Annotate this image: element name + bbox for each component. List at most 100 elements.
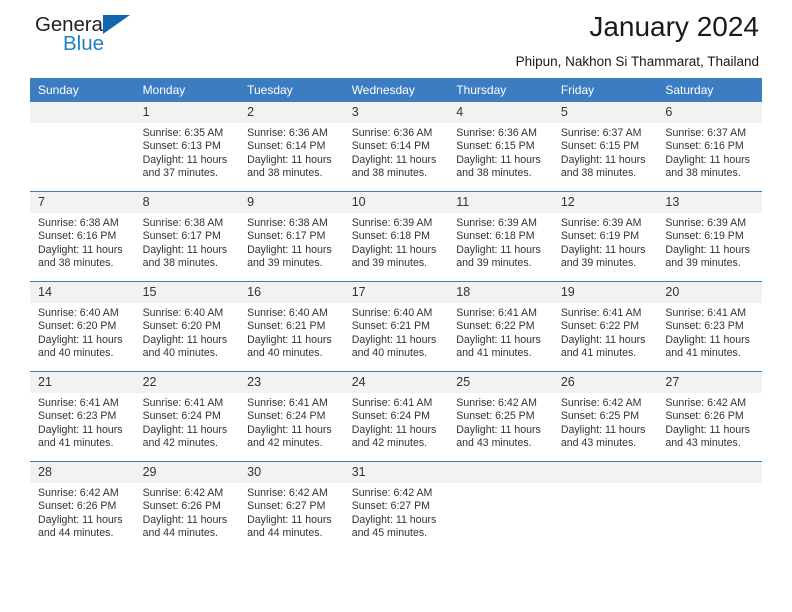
day-number: 11 [448,192,553,213]
calendar-day-cell[interactable]: 18 Sunrise: 6:41 AM Sunset: 6:22 PM Dayligh… [448,281,553,372]
calendar-day-cell[interactable]: 16 Sunrise: 6:40 AM Sunset: 6:21 PM Dayligh… [239,281,344,372]
day-number: 27 [657,372,762,393]
calendar-day-cell[interactable]: 31 Sunrise: 6:42 AM Sunset: 6:27 PM Dayligh… [343,461,449,551]
calendar-day-cell[interactable]: 29 Sunrise: 6:42 AM Sunset: 6:26 PM Dayligh… [134,461,240,551]
sunrise-text: Sunrise: 6:39 AM [560,217,642,229]
calendar-day-cell[interactable]: 19 Sunrise: 6:41 AM Sunset: 6:22 PM Dayligh… [552,281,658,372]
calendar-day-cell[interactable]: 1 Sunrise: 6:35 AM Sunset: 6:13 PM Daylight… [134,102,240,192]
page-title: January 2024 [589,11,759,42]
general-blue-logo[interactable]: General Blue [35,14,155,62]
daylight-text: Daylight: 11 hours and 38 minutes. [665,153,750,180]
day-details: Sunrise: 6:38 AM Sunset: 6:16 PM Daylight:… [30,213,135,271]
calendar-day-cell[interactable]: 12 Sunrise: 6:39 AM Sunset: 6:19 PM Dayligh… [552,191,658,282]
sunset-text: Sunset: 6:24 PM [351,410,431,423]
day-details: Sunrise: 6:38 AM Sunset: 6:17 PM Daylight:… [239,213,344,271]
sunrise-text: Sunrise: 6:41 AM [351,397,433,409]
calendar-day-cell[interactable]: 2 Sunrise: 6:36 AM Sunset: 6:14 PM Daylight… [239,102,344,192]
day-number: 15 [134,282,240,303]
day-details: Sunrise: 6:41 AM Sunset: 6:22 PM Daylight:… [553,303,658,361]
calendar-day-cell[interactable]: 10 Sunrise: 6:39 AM Sunset: 6:18 PM Dayligh… [343,191,449,282]
sunset-text: Sunset: 6:18 PM [351,230,431,243]
daylight-text: Daylight: 11 hours and 44 minutes. [38,513,123,540]
calendar-week-row: 7 Sunrise: 6:38 AM Sunset: 6:16 PM Daylight… [30,191,762,282]
sunset-text: Sunset: 6:27 PM [351,500,431,513]
sunset-text: Sunset: 6:21 PM [351,320,431,333]
calendar-day-cell[interactable]: 21 Sunrise: 6:41 AM Sunset: 6:23 PM Dayligh… [30,371,135,462]
calendar-day-cell[interactable]: 4 Sunrise: 6:36 AM Sunset: 6:15 PM Daylight… [448,102,553,192]
sunrise-text: Sunrise: 6:36 AM [456,127,537,139]
day-details: Sunrise: 6:41 AM Sunset: 6:24 PM Daylight:… [239,393,344,451]
calendar-day-cell[interactable]: 8 Sunrise: 6:38 AM Sunset: 6:17 PM Daylight… [134,191,240,282]
logo-text-blue: Blue [63,32,105,55]
sunset-text: Sunset: 6:26 PM [142,500,221,513]
sunset-text: Sunset: 6:20 PM [142,320,221,333]
calendar-day-cell[interactable]: 17 Sunrise: 6:40 AM Sunset: 6:21 PM Dayligh… [343,281,449,372]
calendar-day-cell[interactable]: 27 Sunrise: 6:42 AM Sunset: 6:26 PM Dayligh… [657,371,762,462]
day-number: 24 [343,372,449,393]
calendar-day-cell[interactable]: 9 Sunrise: 6:38 AM Sunset: 6:17 PM Daylight… [239,191,344,282]
sunrise-text: Sunrise: 6:42 AM [38,487,119,499]
weekday-header-tuesday: Tuesday [239,78,344,102]
day-details: Sunrise: 6:42 AM Sunset: 6:27 PM Daylight:… [344,483,449,541]
day-number: 5 [552,102,658,123]
calendar-day-cell[interactable]: 3 Sunrise: 6:36 AM Sunset: 6:14 PM Daylight… [343,102,449,192]
sunrise-text: Sunrise: 6:42 AM [142,487,224,499]
daylight-text: Daylight: 11 hours and 38 minutes. [38,243,123,270]
calendar-day-cell[interactable]: 14 Sunrise: 6:40 AM Sunset: 6:20 PM Dayligh… [30,281,135,372]
calendar-day-cell[interactable]: 30 Sunrise: 6:42 AM Sunset: 6:27 PM Dayligh… [239,461,344,551]
sunrise-text: Sunrise: 6:40 AM [142,307,224,319]
calendar-day-cell[interactable]: 15 Sunrise: 6:40 AM Sunset: 6:20 PM Dayligh… [134,281,240,372]
daylight-text: Daylight: 11 hours and 37 minutes. [142,153,228,180]
day-details: Sunrise: 6:40 AM Sunset: 6:21 PM Daylight:… [239,303,344,361]
calendar-day-cell[interactable]: 28 Sunrise: 6:42 AM Sunset: 6:26 PM Dayligh… [30,461,135,551]
daylight-text: Daylight: 11 hours and 38 minutes. [247,153,332,180]
calendar-day-cell[interactable]: 22 Sunrise: 6:41 AM Sunset: 6:24 PM Dayligh… [134,371,240,462]
calendar-day-cell[interactable]: 6 Sunrise: 6:37 AM Sunset: 6:16 PM Daylight… [657,102,762,192]
sunset-text: Sunset: 6:15 PM [560,140,640,153]
daylight-text: Daylight: 11 hours and 40 minutes. [351,333,437,360]
sunrise-text: Sunrise: 6:41 AM [38,397,119,409]
triangle-icon [103,15,130,34]
day-number: 23 [239,372,344,393]
day-number: 19 [552,282,658,303]
calendar-week-row: 14 Sunrise: 6:40 AM Sunset: 6:20 PM Dayligh… [30,281,762,372]
sunrise-text: Sunrise: 6:35 AM [142,127,224,139]
sunrise-text: Sunrise: 6:39 AM [351,217,433,229]
calendar-day-cell[interactable]: 5 Sunrise: 6:37 AM Sunset: 6:15 PM Daylight… [552,102,658,192]
sunrise-text: Sunrise: 6:40 AM [38,307,119,319]
sunset-text: Sunset: 6:21 PM [247,320,326,333]
calendar-day-cell[interactable]: 11 Sunrise: 6:39 AM Sunset: 6:18 PM Dayligh… [448,191,553,282]
sunrise-text: Sunrise: 6:42 AM [560,397,642,409]
day-details: Sunrise: 6:36 AM Sunset: 6:15 PM Daylight:… [448,123,553,181]
calendar-day-cell[interactable]: 13 Sunrise: 6:39 AM Sunset: 6:19 PM Dayligh… [657,191,762,282]
day-number: 30 [239,462,344,483]
calendar-week-row: 21 Sunrise: 6:41 AM Sunset: 6:23 PM Dayligh… [30,371,762,462]
calendar-day-cell[interactable]: 25 Sunrise: 6:42 AM Sunset: 6:25 PM Dayligh… [448,371,553,462]
day-details: Sunrise: 6:36 AM Sunset: 6:14 PM Daylight:… [344,123,449,181]
sunrise-text: Sunrise: 6:41 AM [456,307,537,319]
day-details: Sunrise: 6:42 AM Sunset: 6:26 PM Daylight:… [135,483,240,541]
calendar-day-cell[interactable]: 26 Sunrise: 6:42 AM Sunset: 6:25 PM Dayligh… [552,371,658,462]
sunrise-text: Sunrise: 6:38 AM [247,217,328,229]
day-number: 22 [134,372,240,393]
calendar-day-cell[interactable]: 20 Sunrise: 6:41 AM Sunset: 6:23 PM Dayligh… [657,281,762,372]
calendar-day-cell[interactable]: 24 Sunrise: 6:41 AM Sunset: 6:24 PM Dayligh… [343,371,449,462]
calendar-day-cell[interactable]: 7 Sunrise: 6:38 AM Sunset: 6:16 PM Daylight… [30,191,135,282]
sunset-text: Sunset: 6:19 PM [560,230,640,243]
sunset-text: Sunset: 6:14 PM [351,140,431,153]
day-number: 6 [657,102,762,123]
day-number: 9 [239,192,344,213]
day-number: 7 [30,192,135,213]
weekday-header-row: Sunday Monday Tuesday Wednesday Thursday Frid… [30,78,762,102]
day-details: Sunrise: 6:40 AM Sunset: 6:20 PM Daylight:… [135,303,240,361]
daylight-text: Daylight: 11 hours and 39 minutes. [560,243,646,270]
sunset-text: Sunset: 6:25 PM [456,410,535,423]
day-details: Sunrise: 6:40 AM Sunset: 6:20 PM Daylight:… [30,303,135,361]
daylight-text: Daylight: 11 hours and 39 minutes. [247,243,332,270]
day-number: 17 [343,282,449,303]
sunset-text: Sunset: 6:14 PM [247,140,326,153]
day-number: 3 [343,102,449,123]
day-details: Sunrise: 6:42 AM Sunset: 6:25 PM Daylight:… [448,393,553,451]
calendar-day-cell[interactable]: 23 Sunrise: 6:41 AM Sunset: 6:24 PM Dayligh… [239,371,344,462]
daylight-text: Daylight: 11 hours and 41 minutes. [560,333,646,360]
